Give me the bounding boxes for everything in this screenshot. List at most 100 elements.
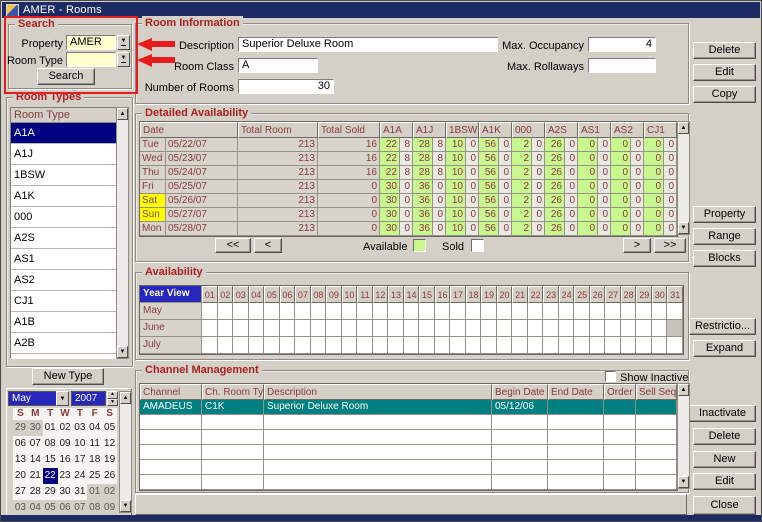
availability-day-cell[interactable] [559,320,575,337]
calendar-day[interactable]: 03 [13,500,28,516]
search-button[interactable]: Search [37,68,95,85]
room-type-item[interactable]: A1J [11,144,117,165]
calendar-day[interactable]: 11 [87,436,102,452]
availability-day-cell[interactable] [667,303,683,320]
calendar-day[interactable]: 30 [58,484,73,500]
description-field[interactable]: Superior Deluxe Room [238,37,498,52]
channel-empty-row[interactable] [140,415,677,430]
availability-day-cell[interactable] [295,320,311,337]
availability-day-cell[interactable] [311,320,327,337]
availability-day-cell[interactable] [466,337,482,354]
room-type-list-scrollbar[interactable]: ▲▼ [116,107,129,359]
availability-day-cell[interactable] [605,337,621,354]
calendar-day[interactable]: 06 [13,436,28,452]
availability-day-cell[interactable] [373,337,389,354]
availability-day-cell[interactable] [590,303,606,320]
availability-row[interactable]: Tue05/22/072131622828810056020260000000 [140,138,677,152]
availability-day-cell[interactable] [202,303,218,320]
max-occupancy-field[interactable]: 4 [588,37,656,52]
calendar-day[interactable]: 02 [58,420,73,436]
availability-day-cell[interactable] [342,337,358,354]
availability-day-cell[interactable] [404,320,420,337]
calendar-day[interactable]: 06 [58,500,73,516]
availability-day-cell[interactable] [528,337,544,354]
availability-day-cell[interactable] [264,320,280,337]
availability-day-cell[interactable] [574,303,590,320]
edit-button[interactable]: Edit [693,64,756,81]
availability-day-cell[interactable] [621,337,637,354]
scroll-up-icon[interactable]: ▲ [120,392,131,404]
room-type-lov-button[interactable]: ▼ [117,52,130,67]
calendar-day[interactable]: 31 [72,484,87,500]
availability-day-cell[interactable] [605,320,621,337]
spinner-down-icon[interactable]: ▼ [107,399,118,407]
scroll-up-icon[interactable]: ▲ [678,384,689,396]
availability-day-cell[interactable] [249,337,265,354]
calendar-day[interactable]: 08 [87,500,102,516]
property-lov-button[interactable]: ▼ [117,35,130,50]
room-type-item[interactable]: 000 [11,207,117,228]
availability-day-cell[interactable] [590,320,606,337]
availability-day-cell[interactable] [404,303,420,320]
calendar-day[interactable]: 18 [87,452,102,468]
property-input[interactable]: AMER [66,35,116,50]
availability-row[interactable]: Wed05/23/072131622828810056020260000000 [140,152,677,166]
availability-day-cell[interactable] [636,337,652,354]
room-type-item[interactable]: CJ1 [11,291,117,312]
room-type-item[interactable]: A1B [11,312,117,333]
availability-day-cell[interactable] [326,303,342,320]
blocks-button[interactable]: Blocks [693,250,756,267]
calendar-day[interactable]: 01 [87,484,102,500]
availability-day-cell[interactable] [326,337,342,354]
title-bar[interactable]: AMER - Rooms [2,2,760,18]
calendar-month-dropdown-button[interactable]: ▼ [56,391,69,406]
room-type-item[interactable]: AS1 [11,249,117,270]
room-type-item[interactable]: 1BSW [11,165,117,186]
page-last-button[interactable]: >> [654,238,686,253]
calendar-day[interactable]: 20 [13,468,28,484]
calendar-day[interactable]: 13 [13,452,28,468]
availability-day-cell[interactable] [528,303,544,320]
new-type-button[interactable]: New Type [32,368,104,385]
availability-day-cell[interactable] [450,320,466,337]
availability-day-cell[interactable] [388,320,404,337]
availability-day-cell[interactable] [450,337,466,354]
calendar-day[interactable]: 12 [102,436,117,452]
calendar-day[interactable]: 05 [43,500,58,516]
calendar-day[interactable]: 08 [43,436,58,452]
scroll-down-icon[interactable]: ▼ [117,346,128,358]
room-class-field[interactable]: A [238,58,318,73]
channel-empty-row[interactable] [140,430,677,445]
availability-day-cell[interactable] [295,303,311,320]
availability-day-cell[interactable] [497,320,513,337]
availability-row[interactable]: Thu05/24/072131622828810056020260000000 [140,166,677,180]
availability-day-cell[interactable] [512,337,528,354]
availability-day-cell[interactable] [233,303,249,320]
page-next-button[interactable]: > [623,238,651,253]
scroll-down-icon[interactable]: ▼ [678,222,689,234]
availability-day-cell[interactable] [264,337,280,354]
calendar-day[interactable]: 19 [102,452,117,468]
calendar-day[interactable]: 25 [87,468,102,484]
availability-day-cell[interactable] [652,337,668,354]
channel-new-button[interactable]: New [693,451,756,468]
availability-day-cell[interactable] [342,320,358,337]
availability-day-cell[interactable] [497,337,513,354]
availability-day-cell[interactable] [233,337,249,354]
property-side-button[interactable]: Property [693,206,756,223]
calendar-day[interactable]: 16 [58,452,73,468]
channel-row[interactable]: AMADEUSC1KSuperior Deluxe Room05/12/06 [140,400,677,415]
scroll-down-icon[interactable]: ▼ [678,476,689,488]
copy-button[interactable]: Copy [693,86,756,103]
availability-day-cell[interactable] [373,303,389,320]
range-button[interactable]: Range [693,228,756,245]
availability-day-cell[interactable] [357,320,373,337]
availability-day-cell[interactable] [388,337,404,354]
calendar-day[interactable]: 07 [28,436,43,452]
availability-day-cell[interactable] [621,320,637,337]
availability-day-cell[interactable] [636,303,652,320]
scroll-up-icon[interactable]: ▲ [117,108,128,120]
availability-row[interactable]: Sun05/27/07213030036010056020260000000 [140,208,677,222]
availability-day-cell[interactable] [574,320,590,337]
calendar-day[interactable]: 01 [43,420,58,436]
